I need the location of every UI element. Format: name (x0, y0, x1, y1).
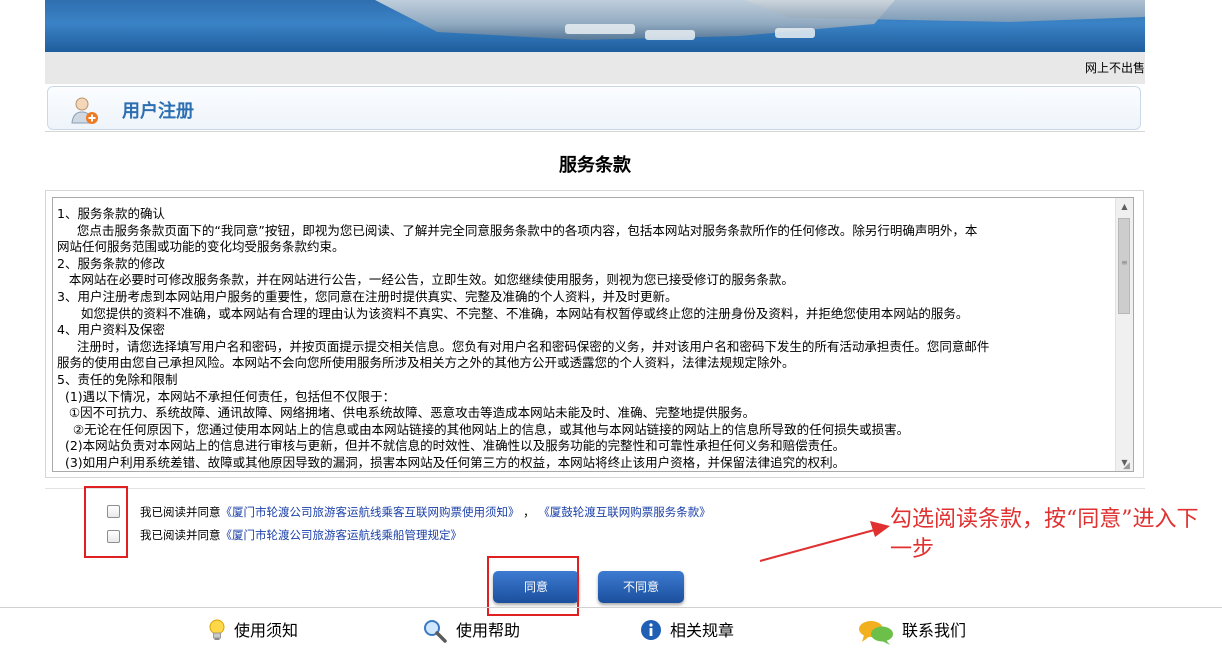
agree-row-2: 我已阅读并同意《厦门市轮渡公司旅游客运航线乘船管理规定》 (140, 527, 462, 543)
divider (45, 131, 1145, 132)
resize-grip-icon[interactable]: ◢ (1123, 461, 1133, 471)
info-icon (641, 620, 661, 640)
annotation-arrow-icon (759, 521, 890, 562)
footer-item-label: 使用须知 (234, 621, 299, 640)
footer-divider (0, 607, 1222, 608)
chat-bubbles-icon (859, 621, 893, 645)
terms-line: 服务的使用由您自己承担风险。本网站不会向您所使用服务所涉及相关方之外的其他方公开… (57, 355, 795, 371)
magnifier-icon (424, 620, 447, 643)
terms-line: 5、责任的免除和限制 (57, 371, 178, 387)
scroll-up-arrow-icon[interactable]: ▲ (1116, 198, 1133, 215)
terms-line: 您点击服务条款页面下的“我同意”按钮，即视为您已阅读、了解并完全同意服务条款中的… (57, 222, 978, 238)
terms-heading: 服务条款 (559, 155, 631, 176)
footer-item-label: 联系我们 (902, 621, 967, 640)
terms-container: 1、服务条款的确认 您点击服务条款页面下的“我同意”按钮，即视为您已阅读、了解并… (45, 190, 1144, 478)
terms-line: 本网站在必要时可修改服务条款，并在网站进行公告，一经公告，立即生效。如您继续使用… (57, 272, 794, 288)
agree-prefix: 我已阅读并同意 (140, 505, 221, 519)
add-user-icon (71, 97, 98, 124)
annotation-text: 勾选阅读条款，按“同意”进入下一步 (890, 507, 1199, 562)
agree-prefix: 我已阅读并同意 (140, 528, 221, 542)
terms-textarea[interactable]: 1、服务条款的确认 您点击服务条款页面下的“我同意”按钮，即视为您已阅读、了解并… (52, 197, 1134, 472)
disagree-button[interactable]: 不同意 (598, 571, 684, 603)
agree-separator: ， (523, 505, 535, 519)
footer-item-label: 相关规章 (670, 621, 735, 640)
terms-line: 如您提供的资料不准确，或本网站有合理的理由认为该资料不真实、不完整、不准确，本网… (57, 305, 969, 321)
terms-line: ②无论在任何原因下，您通过使用本网站上的信息或由本网站链接的其他网站上的信息，或… (57, 421, 910, 437)
scrollbar-thumb[interactable]: ≡ (1118, 218, 1130, 314)
terms-line: (4)如果本网站发现有影响用户信息安全的行为，本网站有权对用户信息实施保护。必要… (57, 472, 1109, 473)
register-header: 用户注册 (47, 86, 1141, 130)
terms-line: 2、服务条款的修改 (57, 255, 165, 271)
terms-text: 1、服务条款的确认 您点击服务条款页面下的“我同意”按钮，即视为您已阅读、了解并… (57, 206, 1109, 473)
link-usage-notice[interactable]: 《厦门市轮渡公司旅游客运航线乘客互联网购票使用须知》 (221, 505, 520, 519)
footer-item-label: 使用帮助 (456, 621, 521, 640)
terms-line: (1)遇以下情况，本网站不承担任何责任，包括但不仅限于： (57, 388, 396, 404)
highlight-box-checkboxes (84, 486, 128, 558)
terms-line: (2)本网站负责对本网站上的信息进行审核与更新，但并不就信息的时效性、准确性以及… (57, 438, 846, 454)
terms-line: 注册时，请您选择填写用户名和密码，并按页面提示提交相关信息。您负有对用户名和密码… (57, 338, 990, 354)
header-banner-image (45, 0, 1145, 52)
link-service-terms[interactable]: 《厦鼓轮渡互联网购票服务条款》 (538, 505, 711, 519)
terms-line: 网站任何服务范围或功能的变化均受服务条款约束。 (57, 239, 345, 255)
terms-line: 1、服务条款的确认 (57, 206, 165, 221)
register-title: 用户注册 (122, 101, 194, 122)
terms-line: 3、用户注册考虑到本网站用户服务的重要性，您同意在注册时提供真实、完整及准确的个… (57, 288, 678, 304)
ticker-text: 网上不出售 (1084, 61, 1145, 75)
terms-line: (3)如用户利用系统差错、故障或其他原因导致的漏洞，损害本网站及任何第三方的权益… (57, 454, 846, 470)
link-boarding-rules[interactable]: 《厦门市轮渡公司旅游客运航线乘船管理规定》 (221, 528, 463, 542)
lightbulb-icon (209, 619, 225, 640)
terms-line: ①因不可抗力、系统故障、通讯故障、网络拥堵、供电系统故障、恶意攻击等造成本网站未… (57, 405, 756, 421)
agree-row-1: 我已阅读并同意《厦门市轮渡公司旅游客运航线乘客互联网购票使用须知》 ， 《厦鼓轮… (140, 504, 711, 520)
divider (45, 488, 1145, 489)
terms-scrollbar[interactable]: ▲ ≡ ▼ (1115, 198, 1133, 471)
terms-line: 4、用户资料及保密 (57, 322, 165, 338)
ticker-bar: 网上不出售 (45, 52, 1145, 84)
